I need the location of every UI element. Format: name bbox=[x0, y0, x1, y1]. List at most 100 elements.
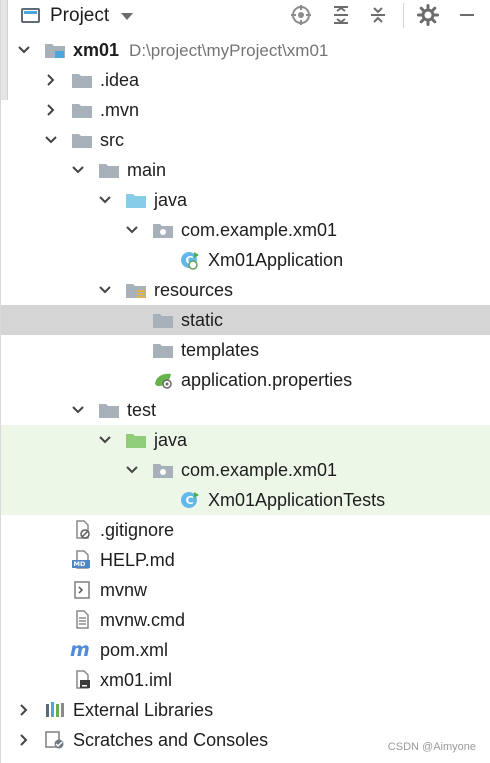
tree-label: HELP.md bbox=[100, 550, 175, 570]
project-toolbar: Project bbox=[1, 0, 490, 32]
tree-label: .gitignore bbox=[100, 520, 175, 540]
chevron-down-icon[interactable] bbox=[70, 162, 86, 178]
gear-icon[interactable] bbox=[417, 4, 439, 26]
tree-row-app-class[interactable]: C Xm01Application bbox=[1, 245, 490, 275]
tree-row-main[interactable]: main bbox=[1, 155, 490, 185]
tree-label: test bbox=[127, 400, 157, 420]
tree-label: templates bbox=[181, 340, 260, 360]
shell-script-icon bbox=[71, 580, 93, 600]
tree-label: Xm01ApplicationTests bbox=[208, 490, 386, 510]
tree-label: .idea bbox=[100, 70, 140, 90]
project-title[interactable]: Project bbox=[50, 5, 109, 27]
minus-icon[interactable] bbox=[456, 4, 478, 26]
root-label: xm01 D:\project\myProject\xm01 bbox=[73, 35, 328, 66]
tree-label: application.properties bbox=[181, 370, 353, 390]
tree-row-templates[interactable]: templates bbox=[1, 335, 490, 365]
svg-text:C: C bbox=[186, 494, 194, 507]
tree-label: src bbox=[100, 130, 124, 150]
markdown-file-icon: MD bbox=[71, 550, 93, 570]
tree-label: External Libraries bbox=[73, 700, 214, 720]
tree-row-mvnw[interactable]: mvnw bbox=[1, 575, 490, 605]
folder-icon bbox=[71, 130, 93, 150]
tree-row-resources[interactable]: resources bbox=[1, 275, 490, 305]
maven-icon: m bbox=[70, 640, 92, 660]
tree-label: mvnw bbox=[100, 580, 148, 600]
scratches-icon bbox=[44, 730, 66, 750]
tree-label: mvnw.cmd bbox=[100, 610, 186, 630]
project-tree: xm01 D:\project\myProject\xm01 .idea .mvn bbox=[1, 35, 490, 755]
expand-all-icon[interactable] bbox=[330, 4, 352, 26]
chevron-right-icon[interactable] bbox=[43, 102, 59, 118]
test-source-folder-icon bbox=[125, 430, 147, 450]
project-view-icon bbox=[21, 7, 40, 23]
tree-row-test-class[interactable]: C Xm01ApplicationTests bbox=[1, 485, 490, 515]
resources-folder-icon bbox=[125, 280, 147, 300]
folder-icon bbox=[98, 160, 120, 180]
root-project-path: D:\project\myProject\xm01 bbox=[129, 41, 329, 60]
tree-row-application-properties[interactable]: application.properties bbox=[1, 365, 490, 395]
folder-icon bbox=[71, 100, 93, 120]
chevron-down-icon[interactable] bbox=[121, 13, 134, 20]
tree-row-static[interactable]: static bbox=[1, 305, 490, 335]
tree-label: Scratches and Consoles bbox=[73, 730, 269, 750]
tree-row-package-main[interactable]: com.example.xm01 bbox=[1, 215, 490, 245]
svg-text:MD: MD bbox=[74, 560, 86, 568]
chevron-down-icon[interactable] bbox=[43, 132, 59, 148]
tree-row-idea[interactable]: .idea bbox=[1, 65, 490, 95]
package-icon bbox=[152, 460, 174, 480]
tree-row-java-main[interactable]: java bbox=[1, 185, 490, 215]
folder-icon bbox=[71, 70, 93, 90]
tree-label: .mvn bbox=[100, 100, 140, 120]
tree-label: java bbox=[154, 430, 188, 450]
chevron-right-icon[interactable] bbox=[43, 72, 59, 88]
tree-row-java-test[interactable]: java bbox=[1, 425, 490, 455]
tree-row-pom[interactable]: m pom.xml bbox=[1, 635, 490, 665]
tree-row-mvn[interactable]: .mvn bbox=[1, 95, 490, 125]
folder-icon bbox=[98, 400, 120, 420]
tree-label: xm01.iml bbox=[100, 670, 173, 690]
chevron-down-icon[interactable] bbox=[124, 222, 140, 238]
ignore-file-icon bbox=[71, 520, 93, 540]
folder-icon bbox=[152, 310, 174, 330]
tree-row-package-test[interactable]: com.example.xm01 bbox=[1, 455, 490, 485]
tree-label: pom.xml bbox=[100, 640, 169, 660]
tree-row-help-md[interactable]: MD HELP.md bbox=[1, 545, 490, 575]
tree-label: com.example.xm01 bbox=[181, 220, 338, 240]
tree-label: Xm01Application bbox=[208, 250, 344, 270]
chevron-down-icon[interactable] bbox=[97, 282, 113, 298]
tree-label: static bbox=[181, 310, 224, 330]
module-folder-icon bbox=[44, 40, 66, 60]
toolbar-divider bbox=[403, 3, 404, 28]
project-tool-window: Project xm01 D:\project\myProject\xm01 .… bbox=[0, 0, 490, 763]
watermark-text: CSDN @Aimyone bbox=[387, 741, 476, 753]
chevron-down-icon[interactable] bbox=[124, 462, 140, 478]
folder-icon bbox=[152, 340, 174, 360]
chevron-down-icon[interactable] bbox=[97, 432, 113, 448]
collapse-all-icon[interactable] bbox=[367, 4, 389, 26]
tree-label: java bbox=[154, 190, 188, 210]
source-folder-icon bbox=[125, 190, 147, 210]
package-icon bbox=[152, 220, 174, 240]
tree-label: com.example.xm01 bbox=[181, 460, 338, 480]
svg-text:m: m bbox=[70, 640, 90, 660]
tree-row-src[interactable]: src bbox=[1, 125, 490, 155]
text-file-icon bbox=[71, 610, 93, 630]
tree-row-external-libraries[interactable]: External Libraries bbox=[1, 695, 490, 725]
spring-properties-icon bbox=[152, 370, 174, 390]
module-file-icon bbox=[71, 670, 93, 690]
tree-row-gitignore[interactable]: .gitignore bbox=[1, 515, 490, 545]
target-icon[interactable] bbox=[290, 4, 312, 26]
root-project-name: xm01 bbox=[73, 40, 120, 60]
tree-row-root[interactable]: xm01 D:\project\myProject\xm01 bbox=[1, 35, 490, 65]
chevron-right-icon[interactable] bbox=[16, 732, 32, 748]
tree-label: main bbox=[127, 160, 167, 180]
chevron-down-icon[interactable] bbox=[16, 42, 32, 58]
chevron-down-icon[interactable] bbox=[97, 192, 113, 208]
chevron-right-icon[interactable] bbox=[16, 702, 32, 718]
chevron-down-icon[interactable] bbox=[70, 402, 86, 418]
tree-label: resources bbox=[154, 280, 234, 300]
spring-class-icon: C bbox=[179, 250, 201, 270]
tree-row-test[interactable]: test bbox=[1, 395, 490, 425]
tree-row-iml[interactable]: xm01.iml bbox=[1, 665, 490, 695]
tree-row-mvnw-cmd[interactable]: mvnw.cmd bbox=[1, 605, 490, 635]
